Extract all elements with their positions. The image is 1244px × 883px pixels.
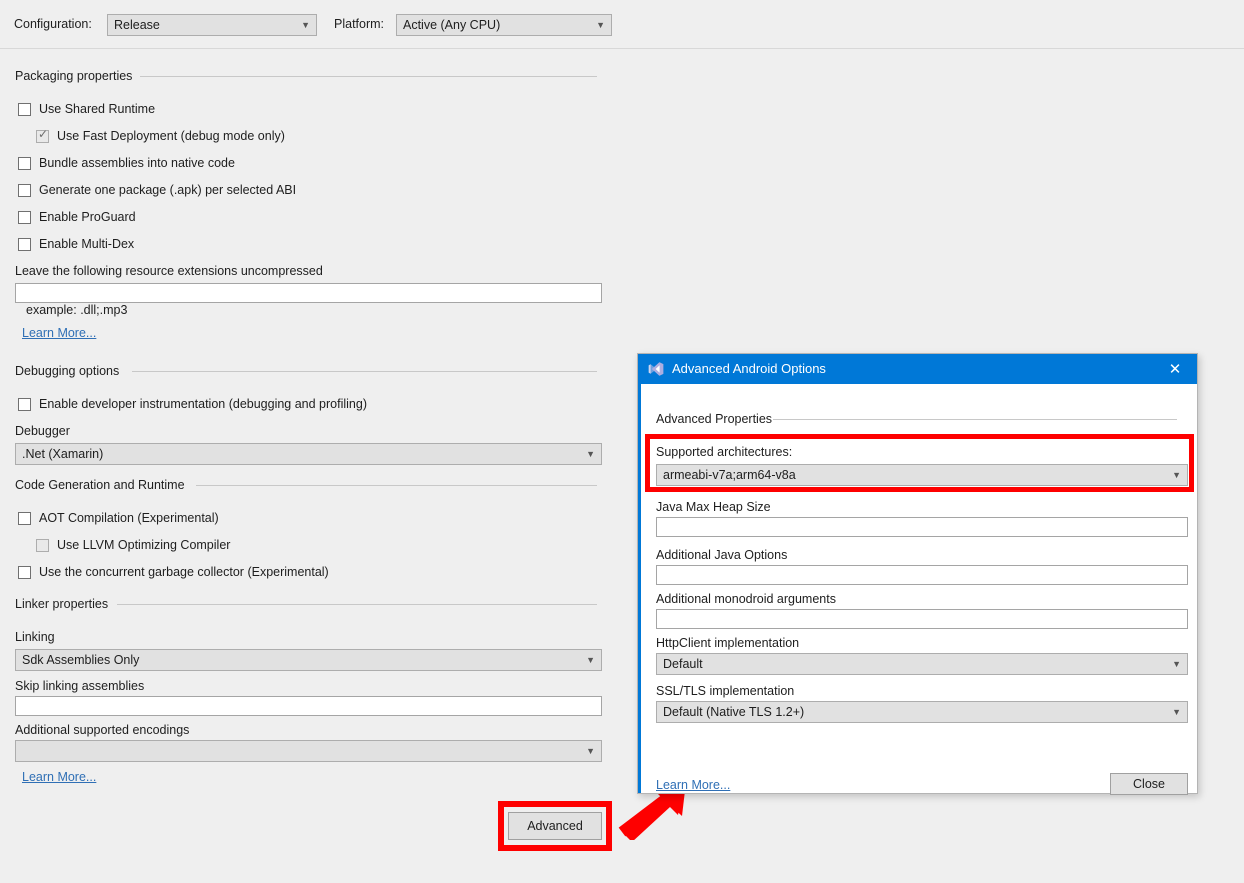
checkbox-generate-one-package-per-abi[interactable]: Generate one package (.apk) per selected… [18,181,296,199]
configuration-dropdown-value: Release [114,18,160,32]
linking-dropdown[interactable]: Sdk Assemblies Only ▼ [15,649,602,671]
linker-group-rule [117,604,597,605]
visual-studio-icon [648,361,664,377]
java-max-heap-size-label: Java Max Heap Size [656,500,771,514]
packaging-group-title: Packaging properties [15,69,132,83]
debugging-group-title: Debugging options [15,364,119,378]
checkbox-use-llvm-optimizing-compiler[interactable]: Use LLVM Optimizing Compiler [36,536,230,554]
chevron-down-icon: ▼ [586,650,595,670]
advanced-button[interactable]: Advanced [508,812,602,840]
dialog-body: Advanced Properties Supported architectu… [638,384,1197,793]
packaging-group-rule [140,76,597,77]
platform-dropdown-value: Active (Any CPU) [403,18,500,32]
checkbox-label: Enable developer instrumentation (debugg… [39,397,367,411]
checkbox-box [18,238,31,251]
linker-group-title: Linker properties [15,597,108,611]
checkbox-box [18,211,31,224]
additional-java-options-input[interactable] [656,565,1188,585]
additional-java-options-label: Additional Java Options [656,548,787,562]
advanced-android-options-dialog: Advanced Android Options ✕ Advanced Prop… [637,353,1198,794]
codegen-group-rule [196,485,597,486]
advanced-button-label: Advanced [527,819,583,833]
checkbox-bundle-assemblies[interactable]: Bundle assemblies into native code [18,154,235,172]
checkbox-label: Enable ProGuard [39,210,136,224]
additional-encodings-dropdown[interactable]: ▼ [15,740,602,762]
checkbox-enable-developer-instrumentation[interactable]: Enable developer instrumentation (debugg… [18,395,367,413]
checkbox-label: Bundle assemblies into native code [39,156,235,170]
checkbox-label: Generate one package (.apk) per selected… [39,183,296,197]
chevron-down-icon: ▼ [586,741,595,761]
debugger-dropdown[interactable]: .Net (Xamarin) ▼ [15,443,602,465]
close-icon[interactable]: ✕ [1153,354,1197,384]
httpclient-implementation-dropdown[interactable]: Default ▼ [656,653,1188,675]
supported-architectures-value: armeabi-v7a;arm64-v8a [663,468,796,482]
skip-linking-assemblies-label: Skip linking assemblies [15,679,144,693]
check-icon: ✓ [38,128,48,141]
ssl-tls-implementation-value: Default (Native TLS 1.2+) [663,705,804,719]
checkbox-label: AOT Compilation (Experimental) [39,511,219,525]
supported-architectures-dropdown[interactable]: armeabi-v7a;arm64-v8a ▼ [656,464,1188,486]
configuration-dropdown[interactable]: Release ▼ [107,14,317,36]
linker-learn-more-link[interactable]: Learn More... [22,770,96,784]
checkbox-label: Use Fast Deployment (debug mode only) [57,129,285,143]
java-max-heap-size-input[interactable] [656,517,1188,537]
checkbox-box [18,157,31,170]
linking-dropdown-value: Sdk Assemblies Only [22,653,139,667]
advanced-properties-group-rule [773,419,1177,420]
checkbox-box [18,184,31,197]
configuration-label: Configuration: [14,17,92,31]
advanced-properties-group-title: Advanced Properties [656,412,772,426]
configuration-toolbar: Configuration: Release ▼ Platform: Activ… [0,0,1244,49]
httpclient-implementation-label: HttpClient implementation [656,636,799,650]
checkbox-box: ✓ [36,130,49,143]
debugger-label: Debugger [15,424,70,438]
checkbox-label: Use LLVM Optimizing Compiler [57,538,230,552]
checkbox-enable-multi-dex[interactable]: Enable Multi-Dex [18,235,134,253]
chevron-down-icon: ▼ [586,444,595,464]
additional-encodings-label: Additional supported encodings [15,723,189,737]
debugging-group-rule [132,371,597,372]
checkbox-box [36,539,49,552]
checkbox-label: Use the concurrent garbage collector (Ex… [39,565,329,579]
dialog-learn-more-link[interactable]: Learn More... [656,778,730,792]
checkbox-enable-proguard[interactable]: Enable ProGuard [18,208,136,226]
ssl-tls-implementation-dropdown[interactable]: Default (Native TLS 1.2+) ▼ [656,701,1188,723]
properties-page: Configuration: Release ▼ Platform: Activ… [0,0,1244,883]
uncompressed-extensions-input[interactable] [15,283,602,303]
checkbox-box [18,512,31,525]
packaging-learn-more-link[interactable]: Learn More... [22,326,96,340]
checkbox-box [18,566,31,579]
platform-label: Platform: [334,17,384,31]
checkbox-aot-compilation[interactable]: AOT Compilation (Experimental) [18,509,219,527]
checkbox-label: Use Shared Runtime [39,102,155,116]
chevron-down-icon: ▼ [1172,465,1181,485]
platform-dropdown[interactable]: Active (Any CPU) ▼ [396,14,612,36]
uncompressed-extensions-label: Leave the following resource extensions … [15,264,323,278]
additional-monodroid-arguments-input[interactable] [656,609,1188,629]
debugger-dropdown-value: .Net (Xamarin) [22,447,103,461]
checkbox-box [18,398,31,411]
supported-architectures-label: Supported architectures: [656,445,792,459]
checkbox-use-shared-runtime[interactable]: Use Shared Runtime [18,100,155,118]
checkbox-label: Enable Multi-Dex [39,237,134,251]
checkbox-use-fast-deployment[interactable]: ✓ Use Fast Deployment (debug mode only) [36,127,285,145]
uncompressed-example-text: example: .dll;.mp3 [26,303,127,317]
dialog-close-button[interactable]: Close [1110,773,1188,795]
dialog-close-button-label: Close [1133,777,1165,791]
codegen-group-title: Code Generation and Runtime [15,478,185,492]
skip-linking-assemblies-input[interactable] [15,696,602,716]
checkbox-concurrent-gc[interactable]: Use the concurrent garbage collector (Ex… [18,563,329,581]
linking-label: Linking [15,630,55,644]
ssl-tls-implementation-label: SSL/TLS implementation [656,684,794,698]
dialog-title-bar: Advanced Android Options ✕ [638,354,1197,384]
chevron-down-icon: ▼ [1172,654,1181,674]
checkbox-box [18,103,31,116]
httpclient-implementation-value: Default [663,657,703,671]
dialog-title-text: Advanced Android Options [672,354,826,384]
chevron-down-icon: ▼ [596,15,605,35]
chevron-down-icon: ▼ [301,15,310,35]
additional-monodroid-arguments-label: Additional monodroid arguments [656,592,836,606]
chevron-down-icon: ▼ [1172,702,1181,722]
